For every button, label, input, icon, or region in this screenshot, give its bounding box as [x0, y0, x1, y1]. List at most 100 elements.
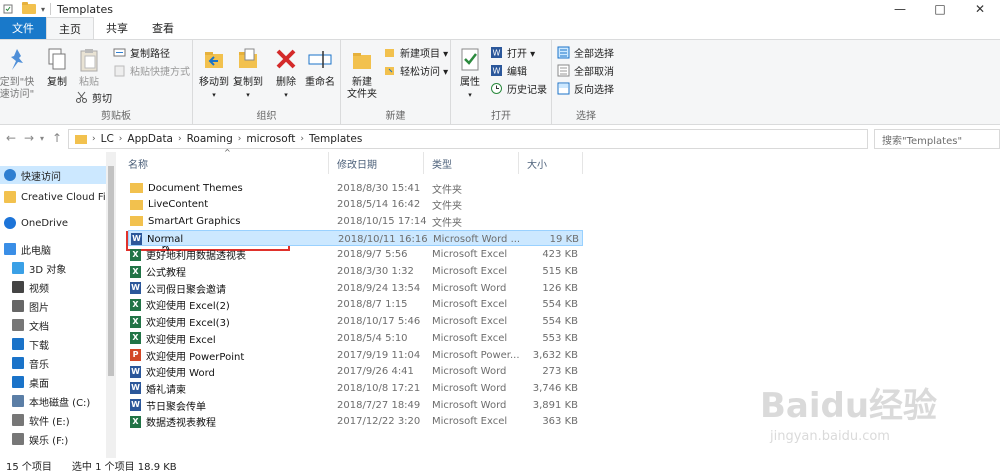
search-input[interactable]: 搜索"Templates": [874, 129, 1000, 149]
copy-to-button[interactable]: 复制到 ▾: [231, 46, 265, 101]
tab-home[interactable]: 主页: [46, 17, 94, 39]
new-item-button[interactable]: 新建项目 ▾: [383, 45, 448, 60]
tab-view[interactable]: 查看: [140, 17, 186, 39]
new-folder-button[interactable]: 新建 文件夹: [343, 46, 381, 101]
easy-access-button[interactable]: 轻松访问 ▾: [383, 63, 448, 78]
clipboard-group: 定到"快 速访问" 复制 粘贴 复制路径 粘贴快捷方式 剪切 剪贴板: [0, 40, 193, 125]
file-row[interactable]: W 节日聚会传单 2018/7/27 18:49 Microsoft Word 3,89…: [128, 397, 583, 413]
delete-button[interactable]: 删除 ▾: [271, 46, 301, 101]
select-all-button[interactable]: 全部选择: [557, 45, 614, 60]
title-bar: ▾ Templates — □ ✕: [0, 0, 1000, 18]
file-name-cell: W 欢迎使用 Word: [130, 364, 330, 380]
quick-access-dropdown-icon[interactable]: ▾: [41, 5, 45, 14]
file-row[interactable]: P 欢迎使用 PowerPoint 2017/9/19 11:04 Microsoft…: [128, 347, 583, 363]
download-icon: [12, 338, 24, 350]
file-row[interactable]: X 更好地利用数据透视表 2018/9/7 5:56 Microsoft Excel 4…: [128, 247, 583, 263]
nav-item[interactable]: OneDrive: [0, 214, 106, 232]
nav-item[interactable]: 图片: [0, 297, 106, 315]
file-name-cell: X 公式教程: [130, 264, 330, 280]
file-date: 2018/10/17 5:46: [337, 316, 421, 328]
file-row[interactable]: Document Themes 2018/8/30 15:41 文件夹: [128, 180, 583, 196]
file-row[interactable]: X 数据透视表教程 2017/12/22 3:20 Microsoft Excel 36…: [128, 414, 583, 430]
history-button[interactable]: 历史记录: [490, 81, 547, 96]
cut-label: 剪切: [92, 94, 112, 105]
nav-item[interactable]: 本地磁盘 (C:): [0, 392, 106, 410]
file-name-cell: P 欢迎使用 PowerPoint: [130, 347, 330, 363]
move-to-button[interactable]: 移动到 ▾: [197, 46, 231, 101]
recent-locations-icon[interactable]: ▾: [40, 134, 44, 143]
nav-item[interactable]: 此电脑: [0, 240, 106, 258]
maximize-button[interactable]: □: [920, 0, 960, 18]
file-row[interactable]: W 婚礼请柬 2018/10/8 17:21 Microsoft Word 3,746 …: [128, 380, 583, 396]
pin-label-1: 定到"快: [0, 77, 35, 88]
nav-item[interactable]: 娱乐 (F:): [0, 430, 106, 448]
file-name-cell: X 欢迎使用 Excel(3): [130, 314, 330, 330]
close-button[interactable]: ✕: [960, 0, 1000, 18]
pin-to-quick-access-button[interactable]: 定到"快 速访问": [0, 46, 38, 101]
edit-button[interactable]: W 编辑: [490, 63, 527, 78]
column-header-name[interactable]: 名称 ^: [120, 148, 329, 174]
nav-item[interactable]: 3D 对象: [0, 259, 106, 277]
breadcrumb-roaming[interactable]: Roaming: [182, 133, 238, 145]
breadcrumb-microsoft[interactable]: microsoft: [241, 133, 300, 145]
file-row[interactable]: X 公式教程 2018/3/30 1:32 Microsoft Excel 515 KB: [128, 264, 583, 280]
file-name: 更好地利用数据透视表: [146, 251, 246, 263]
copy-button[interactable]: 复制: [42, 46, 72, 89]
tab-file[interactable]: 文件: [0, 17, 46, 39]
file-row[interactable]: X 欢迎使用 Excel 2018/5/4 5:10 Microsoft Excel 5…: [128, 330, 583, 346]
nav-item[interactable]: Creative Cloud Fi: [0, 188, 106, 206]
drive-icon: [12, 433, 24, 445]
drive-icon: [12, 395, 24, 407]
file-row[interactable]: SmartArt Graphics 2018/10/15 17:14 文件夹: [128, 213, 583, 229]
invert-selection-button[interactable]: 反向选择: [557, 81, 614, 96]
breadcrumb-lc[interactable]: LC: [96, 133, 119, 145]
paste-button[interactable]: 粘贴: [74, 46, 104, 89]
nav-item[interactable]: 软件 (E:): [0, 411, 106, 429]
properties-button[interactable]: 属性 ▾: [455, 46, 485, 101]
file-row[interactable]: W 公司假日聚会邀请 2018/9/24 13:54 Microsoft Word 12…: [128, 280, 583, 296]
nav-item[interactable]: 视频: [0, 278, 106, 296]
copy-path-button[interactable]: 复制路径: [113, 45, 170, 60]
folder-icon: [130, 183, 143, 193]
nav-item[interactable]: 桌面: [0, 373, 106, 391]
word-file-icon: W: [131, 233, 142, 246]
file-row[interactable]: W 欢迎使用 Word 2017/9/26 4:41 Microsoft Word 27…: [128, 364, 583, 380]
file-type: Microsoft Word: [432, 382, 507, 394]
column-header-type[interactable]: 类型: [424, 152, 519, 174]
copy-icon: [48, 48, 66, 70]
file-row[interactable]: LiveContent 2018/5/14 16:42 文件夹: [128, 197, 583, 213]
file-row[interactable]: X 欢迎使用 Excel(2) 2018/8/7 1:15 Microsoft Exc…: [128, 297, 583, 313]
nav-item[interactable]: 下载: [0, 335, 106, 353]
properties-quick-icon[interactable]: [3, 4, 13, 14]
file-row[interactable]: X 欢迎使用 Excel(3) 2018/10/17 5:46 Microsoft E…: [128, 314, 583, 330]
minimize-button[interactable]: —: [880, 0, 920, 18]
nav-scrollbar[interactable]: [106, 152, 116, 458]
tab-share[interactable]: 共享: [94, 17, 140, 39]
paste-shortcut-button[interactable]: 粘贴快捷方式: [113, 63, 190, 78]
breadcrumb-templates[interactable]: Templates: [304, 133, 367, 145]
new-folder-quick-icon[interactable]: [22, 2, 36, 14]
select-all-label: 全部选择: [574, 49, 614, 60]
file-size: 515 KB: [542, 266, 578, 277]
address-folder-icon: [75, 134, 87, 144]
nav-scroll-thumb[interactable]: [108, 166, 114, 376]
rename-button[interactable]: 重命名: [303, 46, 337, 89]
breadcrumb-appdata[interactable]: AppData: [122, 133, 178, 145]
file-type: 文件夹: [432, 217, 462, 229]
open-button[interactable]: W 打开 ▾: [490, 45, 535, 60]
up-arrow-icon[interactable]: ↑: [52, 131, 62, 145]
address-bar[interactable]: › LC › AppData › Roaming › microsoft › T…: [68, 129, 868, 149]
rename-label: 重命名: [305, 77, 335, 88]
column-header-size[interactable]: 大小: [519, 152, 583, 174]
nav-item[interactable]: 文档: [0, 316, 106, 334]
nav-item-label: 音乐: [29, 359, 49, 371]
file-row[interactable]: W Normal 2018/10/11 16:16 Microsoft Word ..…: [128, 230, 583, 247]
file-type: Microsoft Word: [432, 366, 507, 378]
nav-item[interactable]: 快速访问: [0, 166, 106, 184]
select-none-button[interactable]: 全部取消: [557, 63, 614, 78]
forward-arrow-icon[interactable]: →: [24, 131, 34, 145]
column-header-date[interactable]: 修改日期: [329, 152, 424, 174]
back-arrow-icon[interactable]: ←: [6, 131, 16, 145]
nav-item[interactable]: 音乐: [0, 354, 106, 372]
cut-button[interactable]: 剪切: [75, 90, 112, 105]
